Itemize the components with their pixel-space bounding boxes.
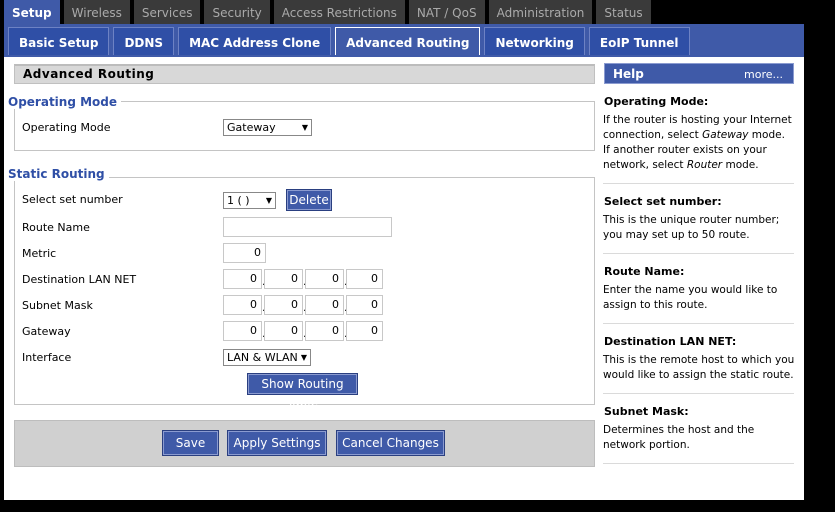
destination-lan-net-label: Destination LAN NET (22, 273, 137, 286)
help-route-name-title: Route Name: (604, 265, 685, 278)
help-destination-lan-net-title: Destination LAN NET: (604, 335, 737, 348)
subtab-ddns[interactable]: DDNS (113, 27, 175, 55)
show-routing-table-button[interactable]: Show Routing Table (248, 374, 357, 409)
subtab-advanced-routing[interactable]: Advanced Routing (335, 27, 481, 55)
route-name-input[interactable] (223, 217, 392, 237)
help-subnet-mask-text: Determines the host and the network port… (603, 424, 755, 451)
set-number-select[interactable]: 1 ( ) ▼ (223, 192, 276, 209)
metric-input[interactable]: 0 (223, 243, 266, 263)
static-routing-legend: Static Routing (8, 167, 109, 181)
chevron-down-icon: ▼ (300, 353, 307, 362)
cancel-changes-button[interactable]: Cancel Changes (337, 431, 444, 455)
tab-setup[interactable]: Setup (4, 0, 60, 24)
help-header: Help more... (604, 63, 794, 84)
mask-octet-3[interactable]: 0 (305, 295, 344, 315)
help-set-number-text: This is the unique router number; you ma… (603, 214, 780, 241)
content-area: Advanced Routing Operating Mode Operatin… (4, 57, 804, 500)
help-title: Help (613, 67, 644, 81)
dest-octet-3[interactable]: 0 (305, 269, 344, 289)
main-tab-bar: Setup Wireless Services Security Access … (4, 0, 655, 24)
gateway-octet-4[interactable]: 0 (346, 321, 383, 341)
interface-label: Interface (22, 351, 72, 364)
tab-access-restrictions[interactable]: Access Restrictions (273, 0, 405, 24)
help-more-link[interactable]: more... (744, 68, 783, 81)
static-routing-box (14, 177, 595, 405)
mask-octet-1[interactable]: 0 (223, 295, 262, 315)
help-operating-mode-title: Operating Mode: (604, 95, 709, 108)
delete-button[interactable]: Delete (287, 190, 331, 210)
metric-label: Metric (22, 247, 57, 260)
interface-value: LAN & WLAN (227, 351, 298, 364)
dest-octet-1[interactable]: 0 (223, 269, 262, 289)
tab-services[interactable]: Services (133, 0, 201, 24)
subtab-eoip-tunnel[interactable]: EoIP Tunnel (588, 27, 690, 55)
mask-octet-4[interactable]: 0 (346, 295, 383, 315)
operating-mode-value: Gateway (227, 121, 276, 134)
apply-settings-button[interactable]: Apply Settings (228, 431, 326, 455)
operating-mode-select[interactable]: Gateway ▼ (223, 119, 312, 136)
page-title: Advanced Routing (14, 64, 595, 84)
chevron-down-icon: ▼ (265, 196, 272, 205)
tab-nat-qos[interactable]: NAT / QoS (408, 0, 485, 24)
gateway-octet-1[interactable]: 0 (223, 321, 262, 341)
help-set-number-title: Select set number: (604, 195, 722, 208)
tab-wireless[interactable]: Wireless (63, 0, 130, 24)
help-operating-mode-text: If the router is hosting your Internet c… (603, 113, 795, 173)
subtab-mac-address-clone[interactable]: MAC Address Clone (178, 27, 332, 55)
operating-mode-legend: Operating Mode (8, 95, 122, 109)
interface-select[interactable]: LAN & WLAN ▼ (223, 349, 311, 366)
help-route-name-text: Enter the name you would like to assign … (603, 284, 778, 311)
tab-status[interactable]: Status (596, 0, 651, 24)
help-divider (603, 393, 794, 394)
subtab-networking[interactable]: Networking (484, 27, 585, 55)
subtab-basic-setup[interactable]: Basic Setup (8, 27, 110, 55)
help-divider (603, 183, 794, 184)
operating-mode-label: Operating Mode (22, 121, 111, 134)
gateway-octet-3[interactable]: 0 (305, 321, 344, 341)
tab-administration[interactable]: Administration (488, 0, 593, 24)
mask-octet-2[interactable]: 0 (264, 295, 303, 315)
set-number-value: 1 ( ) (227, 194, 250, 207)
gateway-octet-2[interactable]: 0 (264, 321, 303, 341)
help-divider (603, 323, 794, 324)
route-name-label: Route Name (22, 221, 90, 234)
help-text-em: Router (686, 159, 723, 171)
help-text-em: Gateway (702, 129, 749, 141)
help-destination-lan-net-text: This is the remote host to which you wou… (603, 354, 795, 381)
sub-tabs: Basic Setup DDNS MAC Address Clone Advan… (4, 27, 690, 55)
dest-octet-2[interactable]: 0 (264, 269, 303, 289)
subnet-mask-label: Subnet Mask (22, 299, 93, 312)
chevron-down-icon: ▼ (301, 123, 308, 132)
tab-security[interactable]: Security (204, 0, 270, 24)
dest-octet-4[interactable]: 0 (346, 269, 383, 289)
help-divider (603, 463, 794, 464)
save-button[interactable]: Save (163, 431, 218, 455)
gateway-label: Gateway (22, 325, 71, 338)
help-text-part: mode. (722, 159, 759, 171)
help-divider (603, 253, 794, 254)
help-subnet-mask-title: Subnet Mask: (604, 405, 689, 418)
select-set-label: Select set number (22, 193, 123, 206)
